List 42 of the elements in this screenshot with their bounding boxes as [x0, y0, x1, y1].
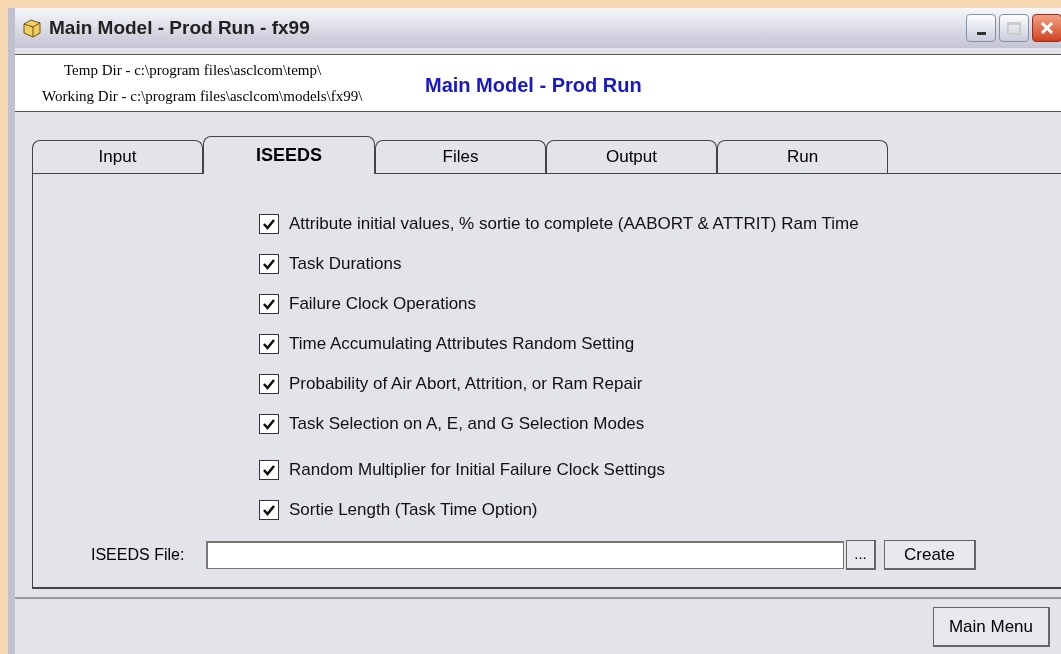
checkbox-label: Failure Clock Operations: [289, 293, 477, 316]
check-icon: [262, 217, 276, 231]
check-icon: [262, 417, 276, 431]
checkbox[interactable]: [259, 214, 279, 234]
checkbox[interactable]: [259, 294, 279, 314]
tab[interactable]: Output: [546, 140, 717, 173]
checkbox-label: Task Durations: [289, 253, 402, 276]
check-icon: [262, 337, 276, 351]
checkbox[interactable]: [259, 334, 279, 354]
box-icon: [21, 17, 43, 39]
checkbox-label: Sortie Length (Task Time Option): [289, 499, 538, 522]
tab[interactable]: Run: [717, 140, 888, 173]
check-icon: [262, 257, 276, 271]
checkbox[interactable]: [259, 460, 279, 480]
checkbox[interactable]: [259, 374, 279, 394]
tab[interactable]: ISEEDS: [203, 136, 375, 174]
checkbox[interactable]: [259, 500, 279, 520]
close-button[interactable]: [1032, 14, 1061, 42]
browse-button[interactable]: ...: [846, 540, 876, 570]
checkbox[interactable]: [259, 414, 279, 434]
checkbox-label: Random Multiplier for Initial Failure Clock Settings: [289, 459, 666, 482]
tab[interactable]: Files: [375, 140, 546, 173]
minimize-button[interactable]: [966, 14, 996, 42]
checkbox-label: Task Selection on A, E, and G Selection Modes: [289, 413, 645, 436]
check-icon: [262, 503, 276, 517]
header-title: Main Model - Prod Run: [425, 73, 642, 98]
check-icon: [262, 463, 276, 477]
checkbox-label: Attribute initial values, % sortie to complete (AABORT & ATTRIT) Ram Time: [289, 213, 859, 236]
iseeds-file-field[interactable]: [206, 541, 844, 569]
field-label: ISEEDS File:: [91, 545, 186, 565]
check-icon: [262, 297, 276, 311]
window-title: Main Model - Prod Run - fx99: [49, 15, 310, 40]
checkbox-label: Probability of Air Abort, Attrition, or Ram Repair: [289, 373, 643, 396]
checkbox-label: Time Accumulating Attributes Random Setting: [289, 333, 635, 356]
main-menu-button[interactable]: Main Menu: [933, 607, 1050, 647]
checkbox[interactable]: [259, 254, 279, 274]
create-button[interactable]: Create: [884, 540, 976, 570]
check-icon: [262, 377, 276, 391]
tab[interactable]: Input: [32, 140, 203, 173]
temp-dir-text: Temp Dir - c:\program files\asclcom\temp\: [64, 61, 322, 80]
close-icon: [1039, 20, 1055, 36]
working-dir-text: Working Dir - c:\program files\asclcom\models\fx99\: [42, 87, 363, 106]
